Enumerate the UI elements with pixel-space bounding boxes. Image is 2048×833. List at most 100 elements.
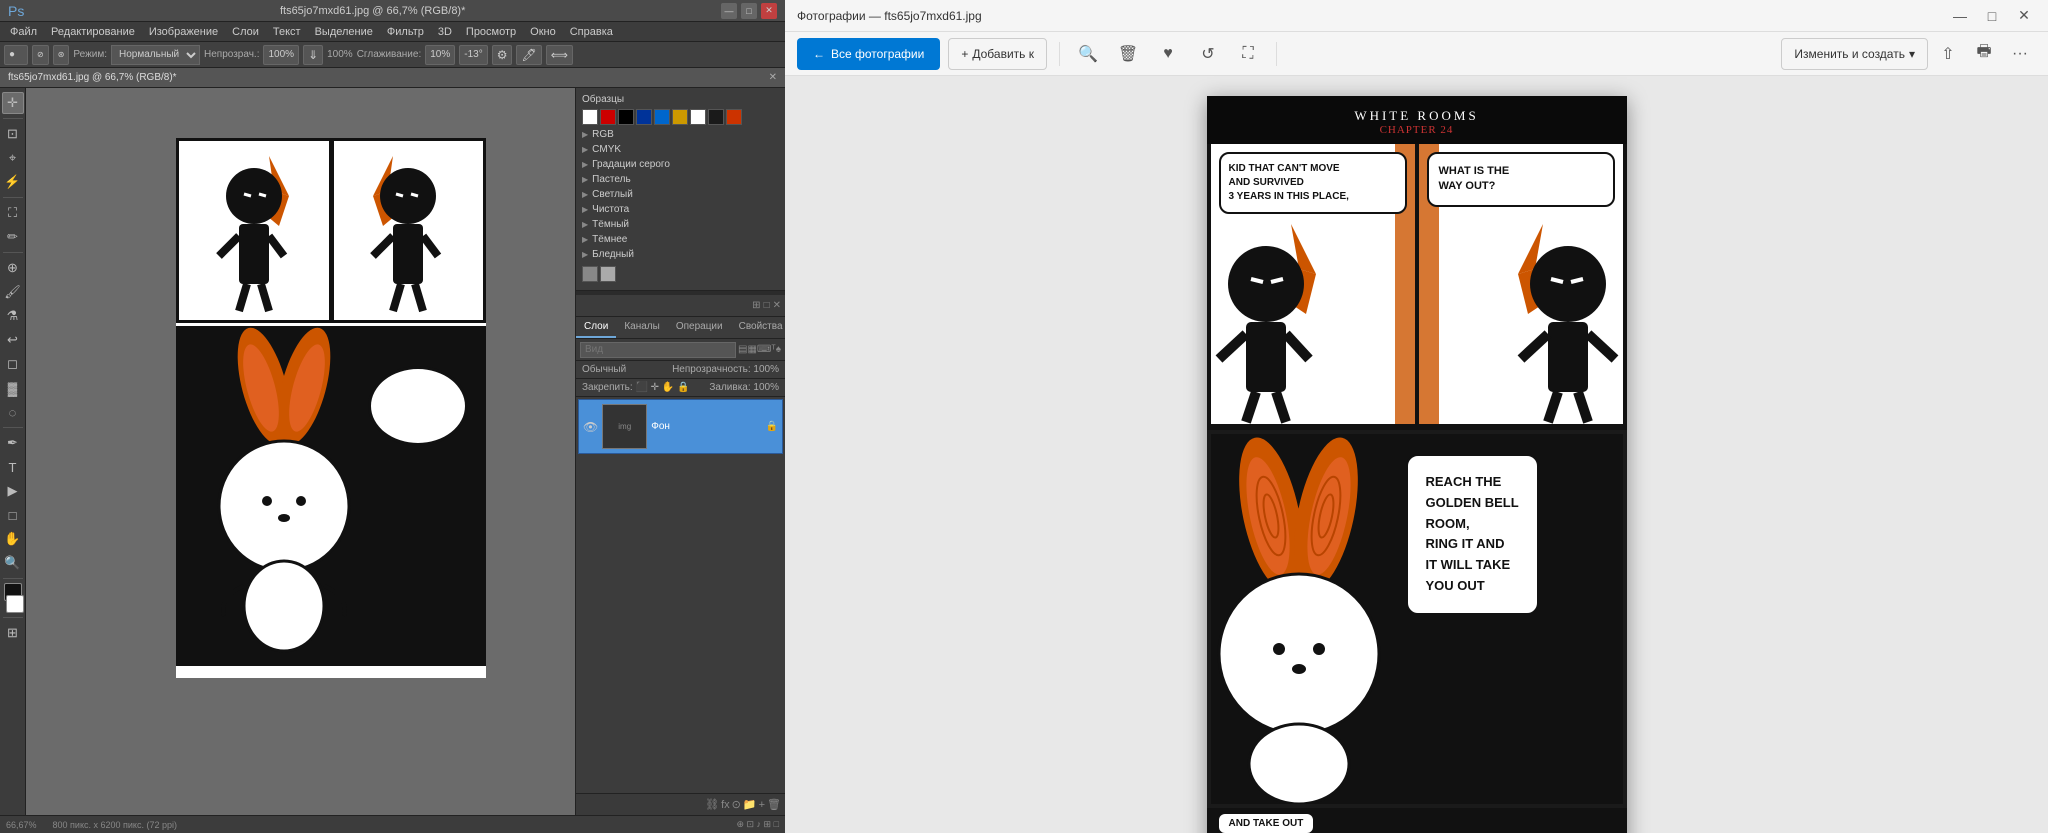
- color-group-darker[interactable]: ▶ Тёмнее: [582, 232, 779, 247]
- menu-select[interactable]: Выделение: [309, 24, 379, 40]
- color-group-light[interactable]: ▶ Светлый: [582, 187, 779, 202]
- swatch-blue[interactable]: [654, 109, 670, 125]
- actions-tab[interactable]: Операции: [668, 317, 731, 338]
- shape-tool[interactable]: □: [2, 504, 24, 526]
- share-btn[interactable]: ⇧: [1932, 38, 1964, 70]
- lasso-tool[interactable]: ⌖: [2, 147, 24, 169]
- panel-icon-2[interactable]: □: [764, 300, 770, 311]
- swatch-red[interactable]: [600, 109, 616, 125]
- menu-view[interactable]: Просмотр: [460, 24, 522, 40]
- add-mask-btn[interactable]: ⊙: [732, 798, 741, 811]
- properties-tab[interactable]: Свойства: [731, 317, 785, 338]
- pen-tool[interactable]: ✒: [2, 432, 24, 454]
- add-to-btn[interactable]: + Добавить к: [948, 38, 1047, 70]
- menu-filter[interactable]: Фильтр: [381, 24, 430, 40]
- brush-size-btn[interactable]: ⊘: [32, 45, 49, 65]
- layer-item-bg[interactable]: 👁 img Фон 🔒: [578, 399, 783, 454]
- menu-help[interactable]: Справка: [564, 24, 619, 40]
- symmetry-btn[interactable]: ⟺: [546, 45, 573, 65]
- healing-brush-tool[interactable]: ⊕: [2, 257, 24, 279]
- move-tool[interactable]: ✛: [2, 92, 24, 114]
- color-group-cmyk[interactable]: ▶ CMYK: [582, 142, 779, 157]
- more-btn[interactable]: ···: [2004, 38, 2036, 70]
- angle-value[interactable]: -13°: [459, 45, 487, 65]
- color-group-pale[interactable]: ▶ Бледный: [582, 247, 779, 262]
- crop-tool[interactable]: ⛶: [2, 202, 24, 224]
- color-group-pure[interactable]: ▶ Чистота: [582, 202, 779, 217]
- add-style-btn[interactable]: fx: [721, 799, 730, 811]
- rotate-btn[interactable]: ↺: [1192, 38, 1224, 70]
- menu-text[interactable]: Текст: [267, 24, 307, 40]
- history-brush-tool[interactable]: ↩: [2, 329, 24, 351]
- flow-btn[interactable]: ⇓: [303, 45, 323, 65]
- gradient-tool[interactable]: ▓: [2, 377, 24, 399]
- zoom-tool[interactable]: 🔍: [2, 552, 24, 574]
- menu-layers[interactable]: Слои: [226, 24, 265, 40]
- pressure-btn[interactable]: 🖊: [516, 45, 541, 65]
- crop-btn[interactable]: ⛶: [1232, 38, 1264, 70]
- screen-mode-btn[interactable]: ⊞: [2, 622, 24, 644]
- smooth-value[interactable]: 10%: [425, 45, 455, 65]
- blend-mode-select[interactable]: Нормальный: [111, 45, 200, 65]
- color-group-grayscale[interactable]: ▶ Градации серого: [582, 157, 779, 172]
- text-tool[interactable]: T: [2, 456, 24, 478]
- extra-options-btn[interactable]: ⚙: [492, 45, 513, 65]
- blend-mode-layers[interactable]: Обычный: [582, 364, 626, 375]
- delete-layer-btn[interactable]: 🗑: [767, 798, 781, 811]
- brush-hardness-btn[interactable]: ⊛: [53, 45, 70, 65]
- background-color[interactable]: [6, 595, 24, 613]
- swatch-white2[interactable]: [690, 109, 706, 125]
- panel-icon-1[interactable]: ⊞: [752, 300, 760, 311]
- all-photos-btn[interactable]: ← Все фотографии: [797, 38, 940, 70]
- brush-tool[interactable]: 🖌: [2, 281, 24, 303]
- swatch-darkblue[interactable]: [636, 109, 652, 125]
- photos-maximize-btn[interactable]: □: [1980, 4, 2004, 28]
- menu-image[interactable]: Изображение: [143, 24, 224, 40]
- photos-close-btn[interactable]: ✕: [2012, 4, 2036, 28]
- ps-doc-tab-close[interactable]: ✕: [769, 72, 777, 83]
- opacity-value[interactable]: 100%: [263, 45, 299, 65]
- swatch-darkgray[interactable]: [708, 109, 724, 125]
- color-group-dark[interactable]: ▶ Тёмный: [582, 217, 779, 232]
- marquee-tool[interactable]: ⊡: [2, 123, 24, 145]
- swatch-black[interactable]: [618, 109, 634, 125]
- menu-3d[interactable]: 3D: [432, 24, 458, 40]
- ps-maximize-btn[interactable]: □: [741, 3, 757, 19]
- swatch-white[interactable]: [582, 109, 598, 125]
- ps-doc-tab[interactable]: fts65jo7mxd61.jpg @ 66,7% (RGB/8)* ✕: [0, 68, 785, 88]
- swatch-yellow[interactable]: [672, 109, 688, 125]
- layer-visibility-eye[interactable]: 👁: [583, 420, 598, 434]
- menu-edit[interactable]: Редактирование: [45, 24, 141, 40]
- ps-canvas-area[interactable]: [26, 88, 575, 815]
- dodge-tool[interactable]: ◌: [2, 401, 24, 423]
- brush-preset-btn[interactable]: ●: [4, 45, 28, 65]
- hand-tool[interactable]: ✋: [2, 528, 24, 550]
- menu-window[interactable]: Окно: [524, 24, 562, 40]
- eraser-tool[interactable]: ◻: [2, 353, 24, 375]
- link-layers-btn[interactable]: ⛓: [705, 798, 719, 811]
- eyedropper-tool[interactable]: ✏: [2, 226, 24, 248]
- heart-btn[interactable]: ♥: [1152, 38, 1184, 70]
- color-group-pastel[interactable]: ▶ Пастель: [582, 172, 779, 187]
- ps-close-btn[interactable]: ✕: [761, 3, 777, 19]
- zoom-in-btn[interactable]: 🔍: [1072, 38, 1104, 70]
- new-layer-btn[interactable]: +: [759, 799, 765, 811]
- ps-minimize-btn[interactable]: —: [721, 3, 737, 19]
- channels-tab[interactable]: Каналы: [616, 317, 668, 338]
- edit-create-btn[interactable]: Изменить и создать ▾: [1781, 38, 1928, 70]
- print-btn[interactable]: 🖶: [1968, 38, 2000, 70]
- delete-btn[interactable]: 🗑: [1112, 38, 1144, 70]
- panel-icon-3[interactable]: ✕: [773, 300, 781, 311]
- path-selection-tool[interactable]: ▶: [2, 480, 24, 502]
- clone-stamp-tool[interactable]: ⚗: [2, 305, 24, 327]
- magic-wand-tool[interactable]: ⚡: [2, 171, 24, 193]
- menu-file[interactable]: Файл: [4, 24, 43, 40]
- new-group-btn[interactable]: 📁: [743, 798, 757, 811]
- photos-minimize-btn[interactable]: —: [1948, 4, 1972, 28]
- swatch-gray1[interactable]: [582, 266, 598, 282]
- color-group-rgb[interactable]: ▶ RGB: [582, 127, 779, 142]
- swatch-gray2[interactable]: [600, 266, 616, 282]
- layers-search-input[interactable]: [580, 342, 736, 358]
- swatch-orange[interactable]: [726, 109, 742, 125]
- layers-tab[interactable]: Слои: [576, 317, 616, 338]
